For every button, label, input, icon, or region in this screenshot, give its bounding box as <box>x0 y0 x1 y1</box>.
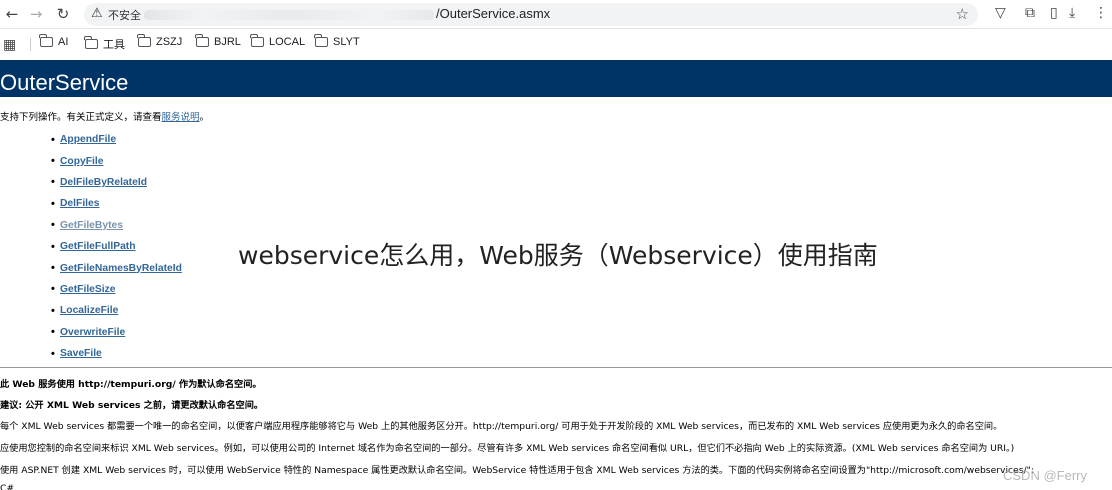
menu-icon[interactable]: ⋮ <box>1094 5 1108 21</box>
operation-link-appendfile[interactable]: AppendFile <box>60 134 116 145</box>
security-label[interactable]: 不安全 <box>108 7 141 23</box>
operation-item: • GetFileFullPath <box>51 236 182 257</box>
extension-icon[interactable]: ▽ <box>995 5 1006 21</box>
operation-item: • GetFileSize <box>51 279 182 300</box>
operations-list: • AppendFile • CopyFile • DelFileByRelateId… <box>51 129 182 364</box>
bullet-icon: • <box>51 262 55 275</box>
operation-link-copyfile[interactable]: CopyFile <box>60 156 103 167</box>
operation-item: • LocalizeFile <box>51 300 182 321</box>
download-icon[interactable]: ⤓ <box>1069 5 1075 21</box>
operation-item: • DelFiles <box>51 193 182 214</box>
operation-item: • GetFileNamesByRelateId <box>51 257 182 278</box>
operation-item: • GetFileBytes <box>51 215 182 236</box>
bookmark-label: 工具 <box>103 39 125 51</box>
bullet-icon: • <box>51 240 55 253</box>
bullet-icon: • <box>51 283 55 296</box>
operation-item: • OverwriteFile <box>51 322 182 343</box>
bookmarks-bar: ▦ AI 工具 ZSZJ BJRL LOCAL SLYT <box>0 29 1112 59</box>
reload-icon[interactable]: ↻ <box>53 4 73 24</box>
operation-link-overwritefile[interactable]: OverwriteFile <box>60 327 125 338</box>
bullet-icon: • <box>51 197 55 210</box>
service-header: OuterService <box>0 60 1112 97</box>
bookmark-label: LOCAL <box>269 36 306 48</box>
operation-item: • SaveFile <box>51 343 182 364</box>
puzzle-icon[interactable]: ⧉ <box>1025 5 1035 21</box>
operation-link-getfilebytes[interactable]: GetFileBytes <box>60 220 123 231</box>
watermark-credit: CSDN @Ferry <box>1003 468 1087 483</box>
folder-icon <box>137 34 151 47</box>
folder-icon <box>314 34 328 47</box>
bullet-icon: • <box>51 326 55 339</box>
intro-prefix: 支持下列操作。有关正式定义，请查看 <box>0 112 162 123</box>
folder-icon <box>195 34 209 47</box>
bookmark-label: AI <box>58 36 69 48</box>
folder-icon <box>250 34 264 47</box>
namespace-paragraph-2: 应使用您控制的命名空间来标识 XML Web services。例如，可以使用公… <box>0 443 1015 454</box>
operation-link-getfilefullpath[interactable]: GetFileFullPath <box>60 241 136 252</box>
url-text[interactable]: /OuterService.asmx <box>436 6 550 21</box>
bookmark-label: BJRL <box>214 36 241 48</box>
browser-toolbar: ← → ↻ ⚠ 不安全 /OuterService.asmx ☆ ▽ ⧉ ▯ ⤓… <box>0 0 1112 29</box>
bookmark-star-icon[interactable]: ☆ <box>956 5 969 23</box>
article-title-overlay: webservice怎么用，Web服务（Webservice）使用指南 <box>238 236 878 272</box>
bullet-icon: • <box>51 176 55 189</box>
bullet-icon: • <box>51 133 55 146</box>
bookmark-folder-ai[interactable]: AI <box>39 34 69 48</box>
namespace-paragraph-3: 使用 ASP.NET 创建 XML Web services 时，可以使用 We… <box>0 465 1034 476</box>
bullet-icon: • <box>51 155 55 168</box>
bookmark-folder-local[interactable]: LOCAL <box>250 34 306 48</box>
bullet-icon: • <box>51 219 55 232</box>
apps-grid-icon[interactable]: ▦ <box>3 37 16 53</box>
operation-link-localizefile[interactable]: LocalizeFile <box>60 305 118 316</box>
recommendation-heading: 建议: 公开 XML Web services 之前，请更改默认命名空间。 <box>0 400 264 411</box>
operation-link-getfilesize[interactable]: GetFileSize <box>60 284 116 295</box>
bookmark-folder-zszj[interactable]: ZSZJ <box>137 34 183 48</box>
namespace-heading: 此 Web 服务使用 http://tempuri.org/ 作为默认命名空间。 <box>0 379 262 390</box>
operation-item: • DelFileByRelateId <box>51 172 182 193</box>
folder-icon <box>84 36 98 49</box>
operation-link-delfilebyrelateid[interactable]: DelFileByRelateId <box>60 177 147 188</box>
namespace-paragraph-1: 每个 XML Web services 都需要一个唯一的命名空间，以便客户端应用… <box>0 421 1003 432</box>
operation-item: • AppendFile <box>51 129 182 150</box>
intro-suffix: 。 <box>199 112 210 123</box>
service-description-link[interactable]: 服务说明 <box>162 112 200 123</box>
blurred-url <box>144 10 434 20</box>
bookmark-label: ZSZJ <box>156 36 183 48</box>
code-language-label: C# <box>0 483 15 490</box>
bullet-icon: • <box>51 304 55 317</box>
bookmark-folder-tools[interactable]: 工具 <box>84 36 125 52</box>
operation-item: • CopyFile <box>51 150 182 171</box>
folder-icon <box>39 34 53 47</box>
sidebar-icon[interactable]: ▯ <box>1050 5 1058 21</box>
intro-text: 支持下列操作。有关正式定义，请查看服务说明。 <box>0 109 209 123</box>
bullet-icon: • <box>51 347 55 360</box>
section-divider <box>0 367 1112 368</box>
operation-link-savefile[interactable]: SaveFile <box>60 348 102 359</box>
bookmark-folder-bjrl[interactable]: BJRL <box>195 34 241 48</box>
operation-link-getfilenamesbyrelateid[interactable]: GetFileNamesByRelateId <box>60 263 182 274</box>
bookmark-label: SLYT <box>333 36 360 48</box>
operation-link-delfiles[interactable]: DelFiles <box>60 198 100 209</box>
back-icon[interactable]: ← <box>2 4 22 24</box>
bookmarks-separator <box>30 38 31 51</box>
page-title: OuterService <box>0 70 129 95</box>
forward-icon[interactable]: → <box>26 4 46 24</box>
bookmark-folder-slyt[interactable]: SLYT <box>314 34 360 48</box>
address-bar[interactable]: ⚠ 不安全 /OuterService.asmx ☆ <box>84 3 978 26</box>
warning-icon[interactable]: ⚠ <box>91 6 103 21</box>
